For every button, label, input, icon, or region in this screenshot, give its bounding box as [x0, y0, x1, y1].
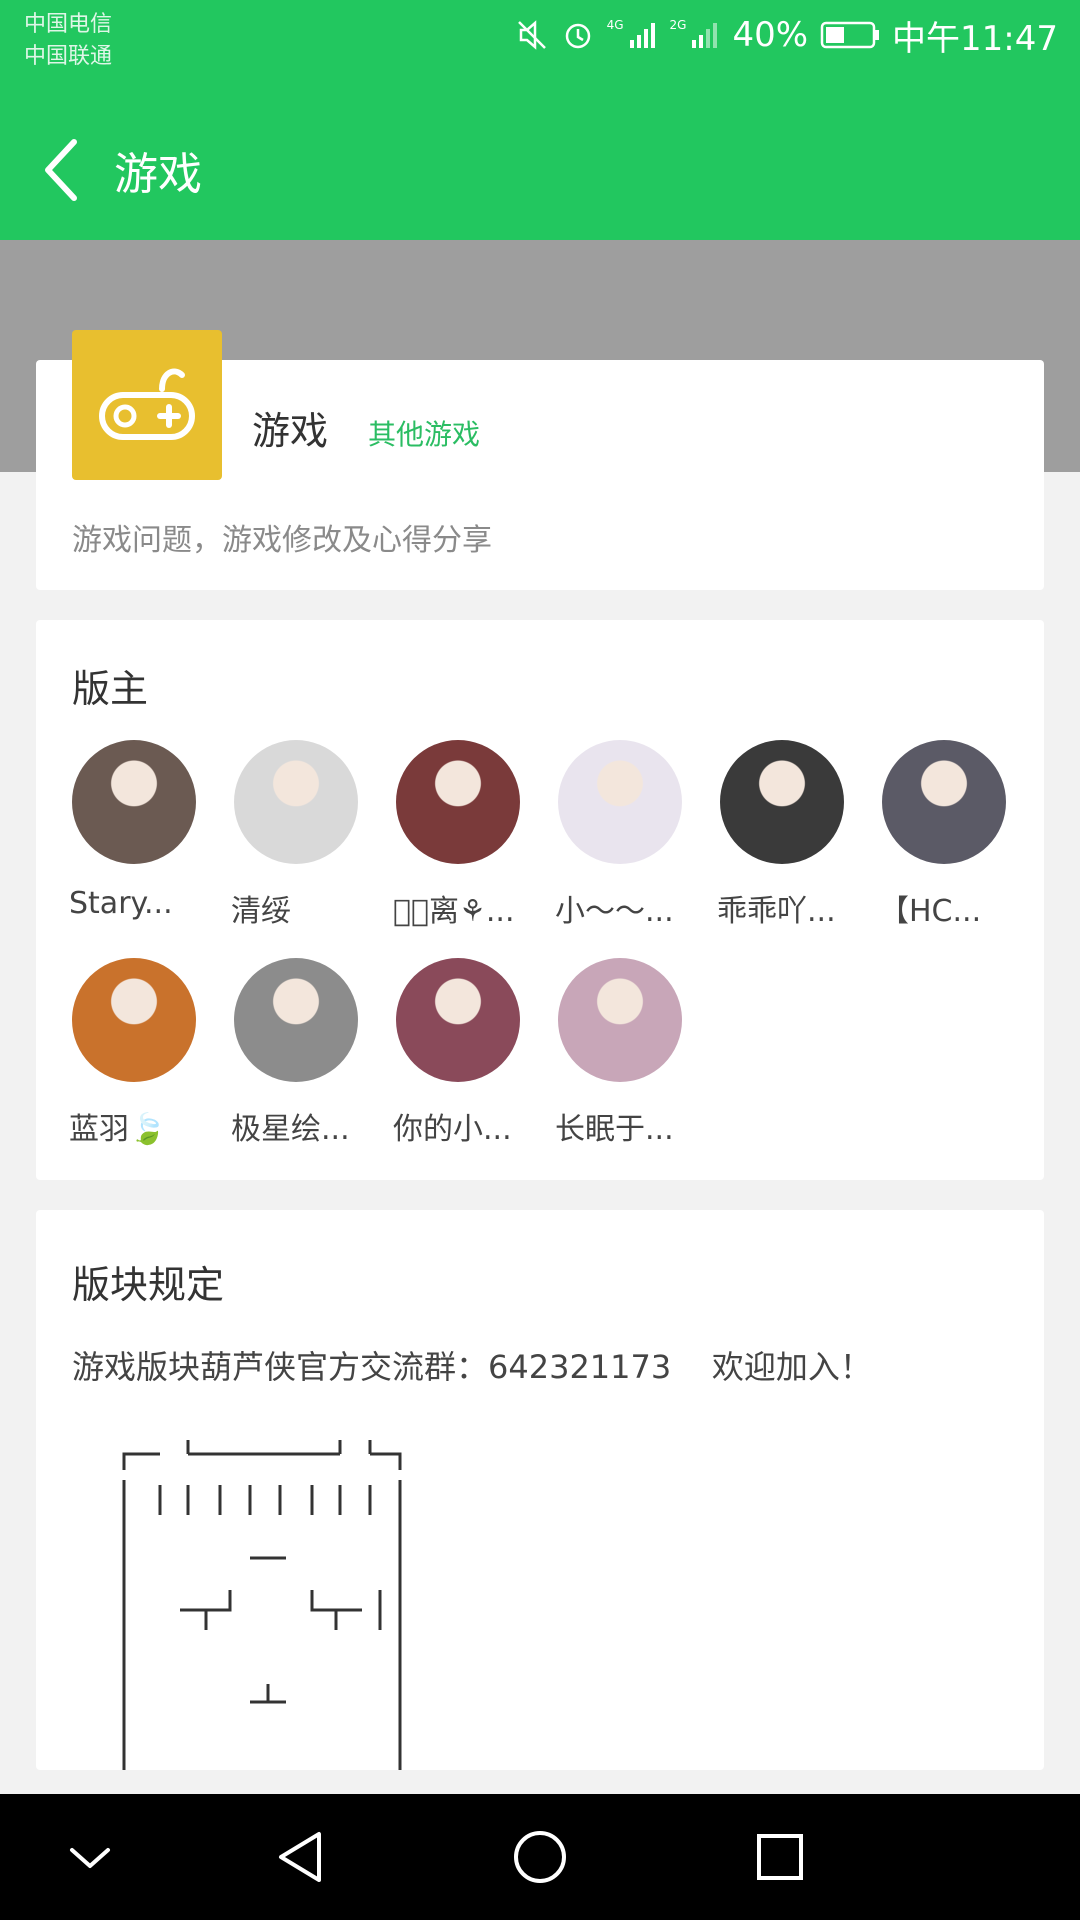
moderators-card: 版主 Stary... 清绥 亿⃰离⚘... 小～～... 乖乖吖... 【HC... 蓝羽…: [36, 620, 1044, 1180]
moderator-item[interactable]: 蓝羽🍃: [59, 958, 209, 1148]
moderator-item[interactable]: 乖乖吖...: [707, 740, 857, 930]
moderator-item[interactable]: 极星绘...: [221, 958, 371, 1148]
carrier-1: 中国电信: [24, 12, 113, 37]
status-bar: 中国电信 中国联通 4G 2G 40% 中午11:47: [0, 0, 1080, 80]
signal-icon: [690, 20, 720, 50]
chevron-down-icon: [70, 1848, 110, 1868]
signal-icon: [628, 20, 658, 50]
moderator-name: Stary...: [69, 886, 173, 921]
rules-title: 版块规定: [72, 1263, 225, 1307]
ascii-art: [122, 1440, 402, 1770]
avatar[interactable]: [558, 740, 682, 864]
gamepad-icon: [72, 330, 222, 480]
moderator-item[interactable]: 长眠于...: [545, 958, 695, 1148]
avatar[interactable]: [234, 958, 358, 1082]
clock: 中午11:47: [892, 18, 1058, 59]
battery-percent: 40%: [732, 15, 809, 55]
moderator-item[interactable]: 【HC...: [869, 740, 1019, 930]
network-type-2: 2G: [669, 18, 687, 32]
nav-back-button[interactable]: [265, 1822, 335, 1892]
moderator-name: 蓝羽🍃: [69, 1112, 167, 1147]
square-recents-icon: [757, 1834, 803, 1880]
forum-category-tag[interactable]: 其他游戏: [368, 413, 480, 453]
forum-description: 游戏问题，游戏修改及心得分享: [72, 523, 492, 558]
page-title: 游戏: [114, 149, 202, 200]
moderator-item[interactable]: 清绥: [221, 740, 371, 930]
alarm-icon: [561, 18, 595, 52]
moderator-name: 长眠于...: [555, 1112, 674, 1147]
avatar[interactable]: [720, 740, 844, 864]
moderator-name: 亿⃰离⚘...: [393, 894, 515, 929]
mute-icon: [515, 18, 549, 52]
system-nav-bar: [0, 1794, 1080, 1920]
avatar[interactable]: [234, 740, 358, 864]
chevron-left-icon: [45, 139, 77, 201]
nav-recents-button[interactable]: [745, 1822, 815, 1892]
moderator-item[interactable]: 你的小...: [383, 958, 533, 1148]
triangle-back-icon: [279, 1832, 321, 1882]
title-bar: 游戏: [0, 120, 1080, 220]
hide-nav-button[interactable]: [55, 1822, 125, 1892]
moderator-item[interactable]: 亿⃰离⚘...: [383, 740, 533, 930]
avatar[interactable]: [558, 958, 682, 1082]
moderator-item[interactable]: 小～～...: [545, 740, 695, 930]
moderator-name: 极星绘...: [231, 1112, 350, 1147]
battery-icon: [820, 20, 880, 50]
forum-name: 游戏: [252, 409, 329, 453]
avatar[interactable]: [396, 740, 520, 864]
nav-home-button[interactable]: [505, 1822, 575, 1892]
carrier-2: 中国联通: [24, 44, 113, 69]
rules-text: 游戏版块葫芦侠官方交流群：642321173 欢迎加入！: [72, 1348, 872, 1386]
moderator-name: 【HC...: [879, 894, 982, 929]
network-type-1: 4G: [606, 18, 624, 32]
avatar[interactable]: [72, 958, 196, 1082]
avatar[interactable]: [882, 740, 1006, 864]
moderator-name: 乖乖吖...: [717, 894, 836, 929]
moderator-item[interactable]: Stary...: [59, 740, 209, 921]
circle-home-icon: [514, 1831, 566, 1883]
back-button[interactable]: [40, 130, 110, 210]
rules-card: 版块规定 游戏版块葫芦侠官方交流群：642321173 欢迎加入！: [36, 1210, 1044, 1770]
moderators-title: 版主: [72, 667, 149, 711]
moderator-name: 你的小...: [393, 1112, 512, 1147]
avatar[interactable]: [72, 740, 196, 864]
moderator-name: 小～～...: [555, 894, 674, 929]
moderator-name: 清绥: [231, 894, 291, 929]
avatar[interactable]: [396, 958, 520, 1082]
